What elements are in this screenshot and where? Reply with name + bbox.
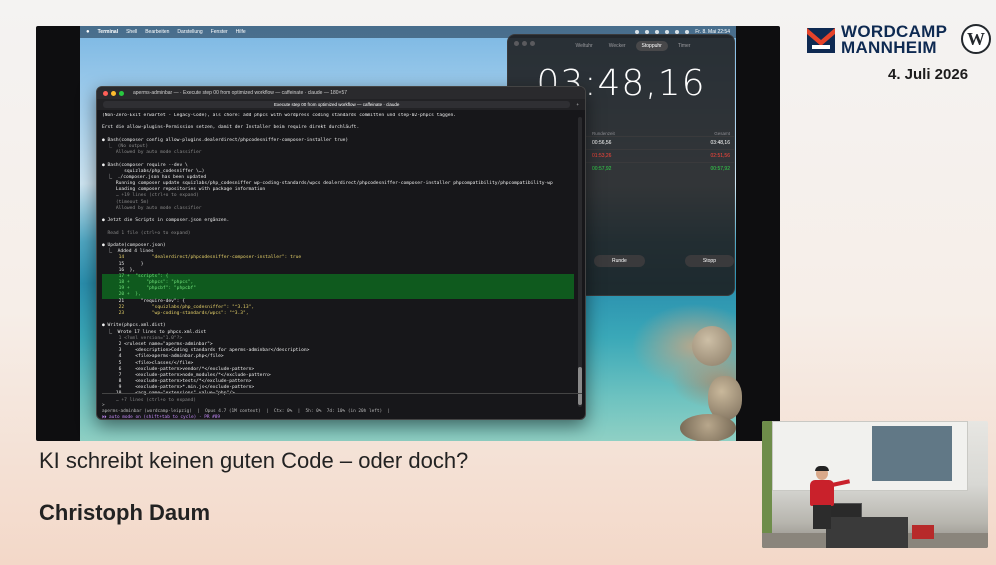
wordcamp-logo: WORDCAMP MANNHEIM [806, 23, 947, 57]
clock-tabs: Weltuhr Wecker Stoppuhr Timer [508, 41, 734, 51]
terminal-tabbar: Execute step 00 from optimized workflow … [97, 99, 585, 110]
status-line: aperms-adminbar (wordcamp-leipzig) | Opu… [102, 408, 391, 414]
close-button[interactable] [514, 41, 519, 46]
lap-total: 02:51,56 [710, 153, 730, 159]
minimize-button[interactable] [111, 90, 116, 96]
camera-projection [872, 426, 952, 481]
camera-speaker-figure [810, 466, 851, 529]
menu-item[interactable]: Bearbeiten [145, 29, 169, 35]
menu-item[interactable]: Darstellung [177, 29, 202, 35]
lap-row: 00:57,92 00:57,92 [586, 162, 734, 175]
event-date: 4. Juli 2026 [888, 66, 969, 83]
lap-column-header: Rundenzeit [592, 131, 615, 136]
wordpress-logo-icon: W [961, 24, 991, 54]
prompt-line[interactable]: > [102, 403, 107, 408]
camera-object [912, 525, 934, 539]
menu-item[interactable]: Fenster [211, 29, 228, 35]
speaker-name: Christoph Daum [39, 500, 211, 525]
camera-wall [762, 421, 772, 548]
tab-wecker[interactable]: Wecker [603, 41, 632, 51]
wallpaper-rock [692, 326, 732, 366]
lap-total: 00:57,92 [710, 166, 730, 172]
lap-table: Rundenzeit Gesamt 00:56,56 03:48,16 01:5… [586, 131, 734, 175]
stopwatch-controls: Runde Stopp [594, 255, 734, 267]
terminal-scrollbar[interactable] [578, 117, 582, 407]
terminal-tab-label: Execute step 00 from optimized workflow … [273, 102, 400, 107]
talk-title: KI schreibt keinen guten Code – oder doc… [39, 448, 469, 473]
terminal-window: aperms-adminbar — · Execute step 00 from… [96, 86, 586, 420]
scrollbar-thumb[interactable] [578, 367, 582, 405]
stop-button[interactable]: Stopp [684, 255, 734, 267]
terminal-title: aperms-adminbar — · Execute step 00 from… [133, 90, 348, 96]
terminal-tab[interactable]: Execute step 00 from optimized workflow … [103, 101, 571, 108]
lap-row: 01:53,26 02:51,56 [586, 149, 734, 162]
lap-time: 01:53,26 [592, 153, 612, 159]
wordcamp-mark-icon [807, 28, 835, 53]
lap-button[interactable]: Runde [594, 255, 645, 267]
menu-item[interactable]: Hilfe [236, 29, 246, 35]
menu-item[interactable]: Shell [126, 29, 137, 35]
lap-time: 00:56,56 [592, 140, 612, 146]
terminal-statusline: > aperms-adminbar (wordcamp-leipzig) | O… [102, 403, 391, 420]
terminal-output[interactable]: (Non-Zero-Exit erwartet - Legacy-Code), … [102, 113, 574, 409]
apple-icon[interactable]: ● [86, 29, 90, 35]
tab-weltuhr[interactable]: Weltuhr [570, 41, 599, 51]
event-name-line2: MANNHEIM [841, 38, 937, 57]
zoom-button[interactable] [530, 41, 535, 46]
close-button[interactable] [103, 90, 108, 96]
event-name: WORDCAMP MANNHEIM [841, 23, 947, 57]
minimize-button[interactable] [522, 41, 527, 46]
wallpaper-rock [680, 414, 736, 441]
menu-app-name[interactable]: Terminal [98, 29, 118, 35]
prompt-divider [102, 393, 582, 394]
zoom-button[interactable] [119, 90, 124, 96]
screen-capture: ● Terminal Shell Bearbeiten Darstellung … [36, 26, 780, 441]
total-column-header: Gesamt [714, 131, 730, 136]
speaker-camera-feed [762, 421, 988, 548]
window-controls [514, 41, 535, 46]
tab-stoppuhr[interactable]: Stoppuhr [635, 41, 668, 51]
auto-mode-indicator: ⏵⏵ auto mode on (shift+tab to cycle) · P… [102, 414, 221, 420]
lap-row: 00:56,56 03:48,16 [586, 136, 734, 149]
lap-time: 00:57,92 [592, 166, 612, 172]
tab-timer[interactable]: Timer [672, 41, 697, 51]
camera-desk [826, 517, 908, 548]
lap-total: 03:48,16 [710, 140, 730, 146]
new-tab-icon[interactable]: + [576, 102, 579, 107]
terminal-titlebar: aperms-adminbar — · Execute step 00 from… [97, 87, 585, 99]
